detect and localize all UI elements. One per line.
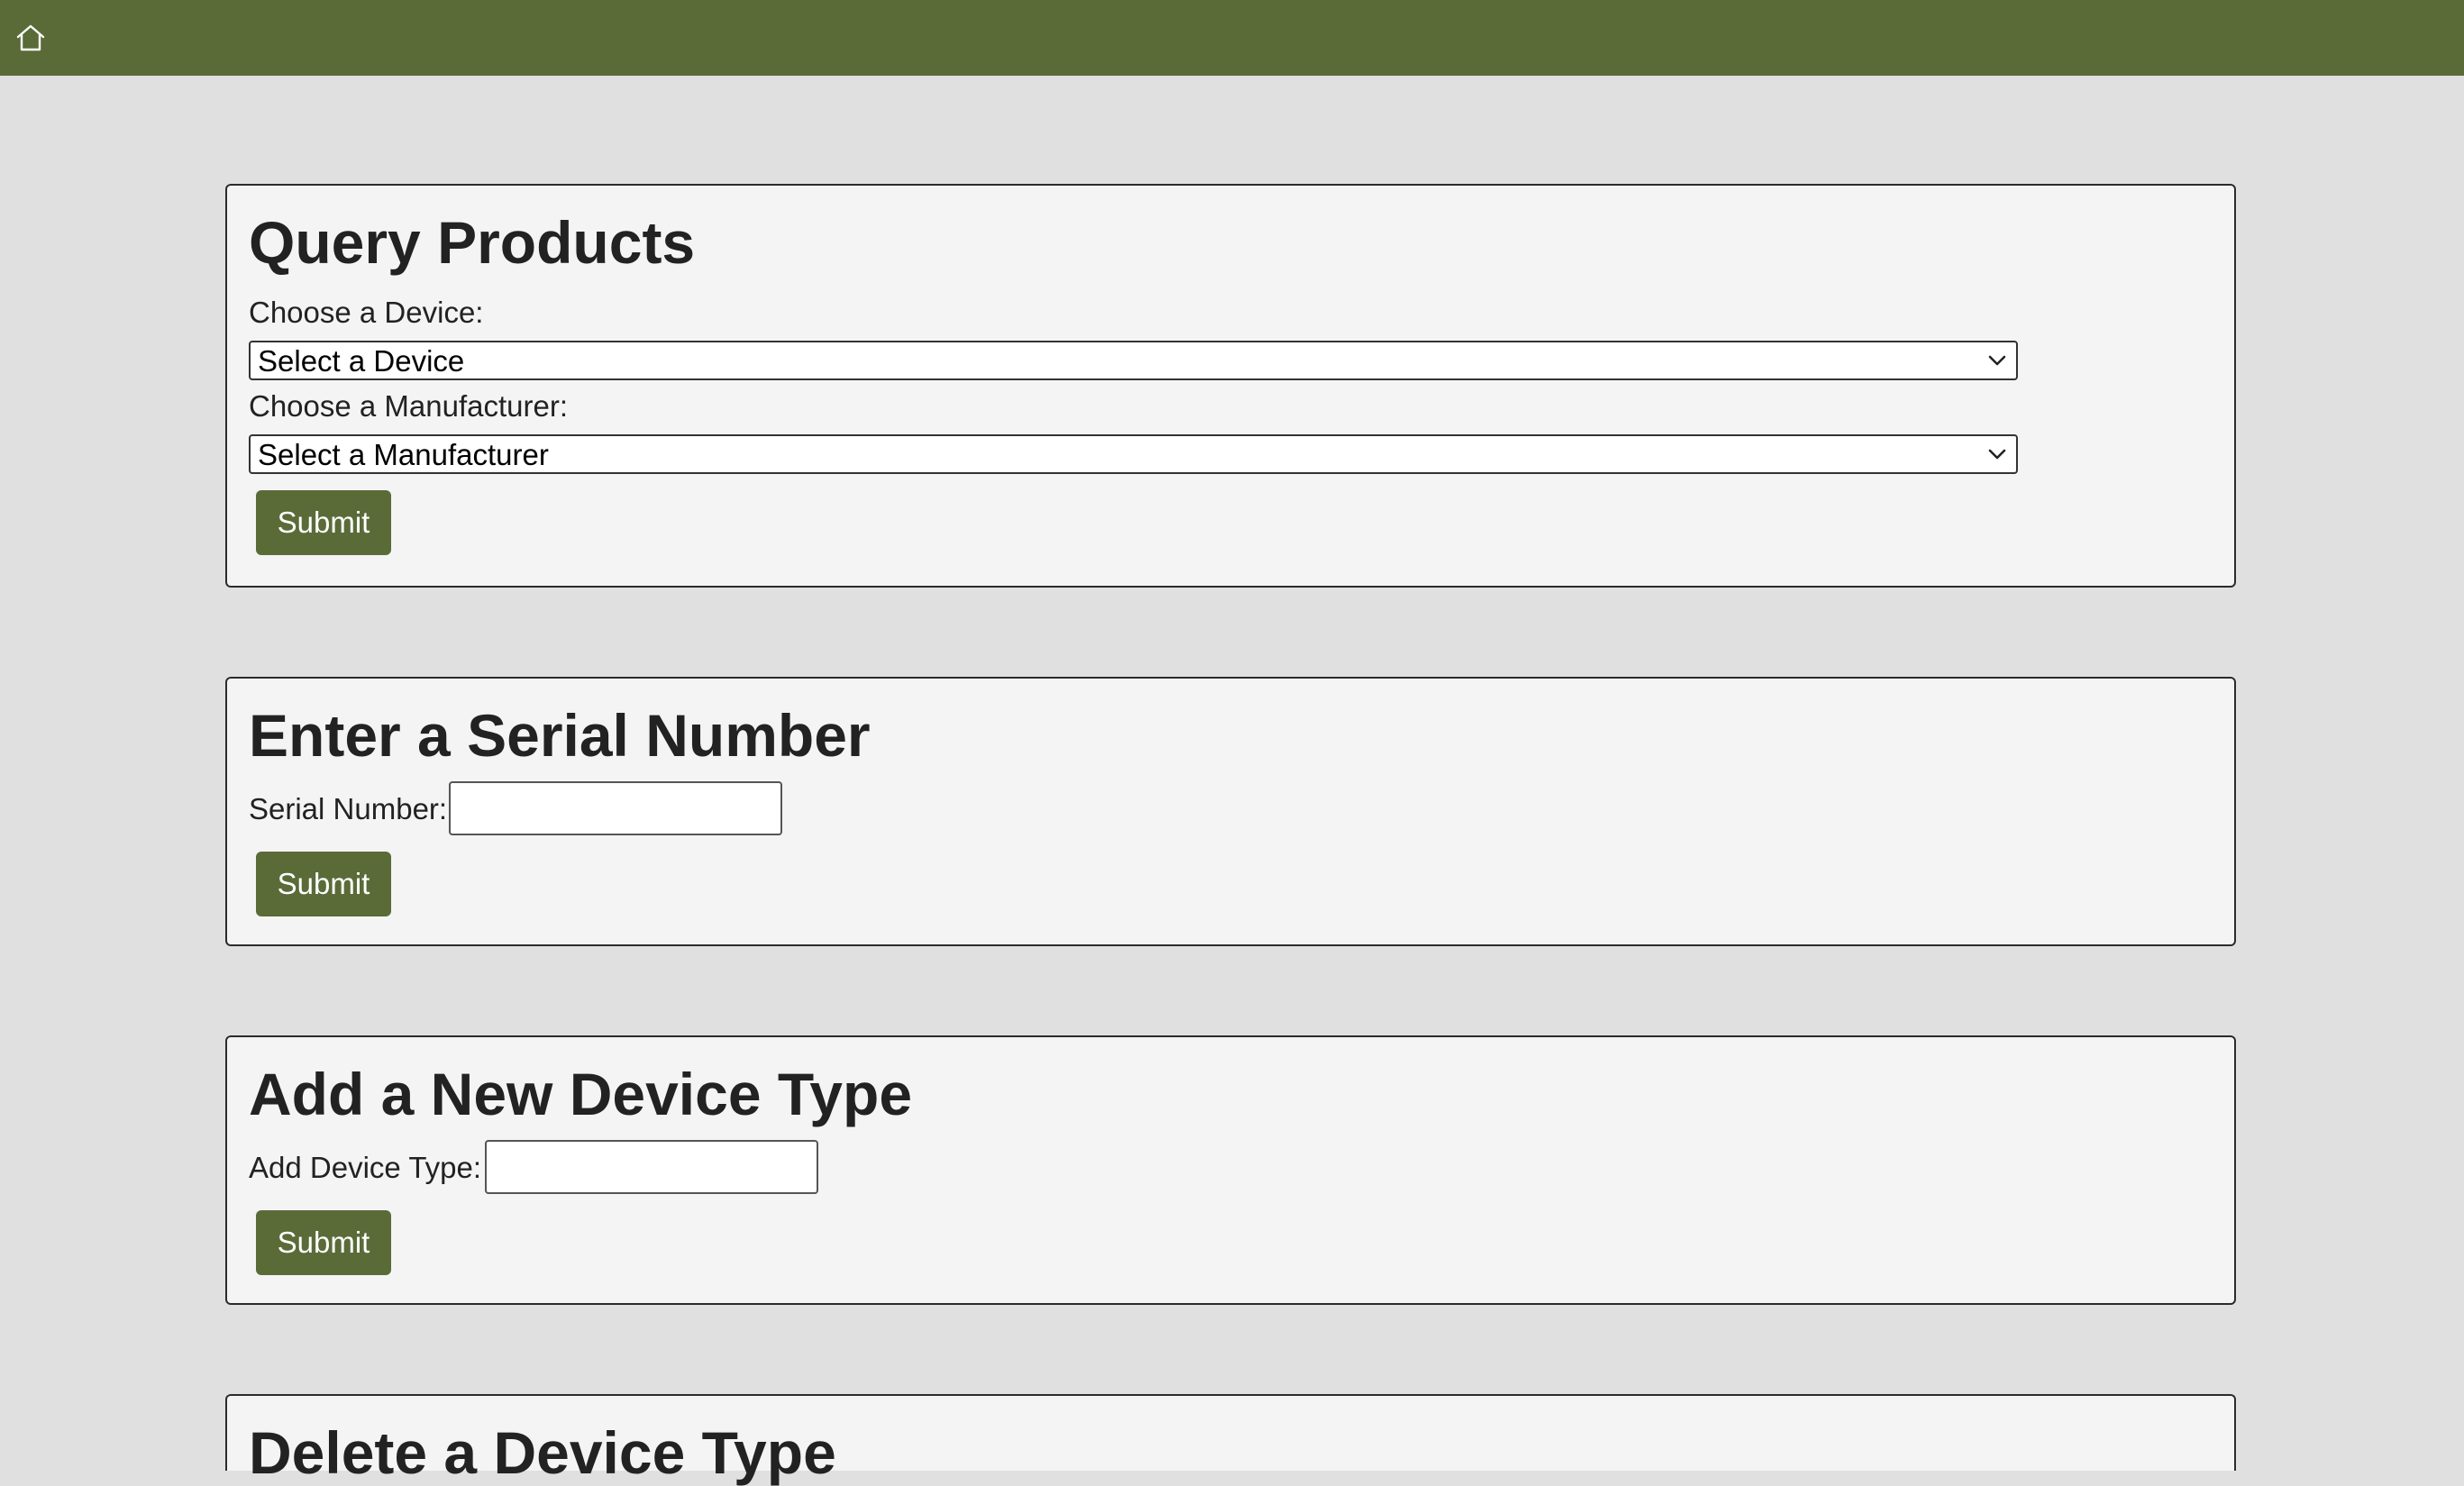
manufacturer-label: Choose a Manufacturer: <box>249 389 569 423</box>
chevron-down-icon <box>1987 447 2007 461</box>
add-device-type-submit-button[interactable]: Submit <box>256 1210 391 1275</box>
add-device-type-input[interactable] <box>485 1140 818 1194</box>
delete-device-type-card: Delete a Device Type <box>225 1394 2236 1482</box>
home-button[interactable] <box>13 20 49 56</box>
serial-number-label: Serial Number: <box>249 792 448 825</box>
device-select-value: Select a Device <box>258 344 465 378</box>
home-icon <box>16 24 45 51</box>
manufacturer-select[interactable]: Select a Manufacturer <box>249 434 2018 474</box>
device-select[interactable]: Select a Device <box>249 341 2018 380</box>
delete-device-type-title: Delete a Device Type <box>249 1419 836 1486</box>
manufacturer-select-value: Select a Manufacturer <box>258 438 549 471</box>
query-products-card: Query Products Choose a Device: Select a… <box>225 184 2236 588</box>
top-navbar <box>0 0 2464 76</box>
serial-number-card: Enter a Serial Number Serial Number: Sub… <box>225 677 2236 946</box>
serial-number-input[interactable] <box>449 781 782 835</box>
chevron-down-icon <box>1987 353 2007 368</box>
serial-number-title: Enter a Serial Number <box>249 702 871 769</box>
add-device-type-title: Add a New Device Type <box>249 1061 913 1127</box>
add-device-type-label: Add Device Type: <box>249 1151 482 1184</box>
device-label: Choose a Device: <box>249 296 484 329</box>
add-device-type-card: Add a New Device Type Add Device Type: S… <box>225 1035 2236 1305</box>
serial-number-submit-button[interactable]: Submit <box>256 852 391 916</box>
query-products-title: Query Products <box>249 209 696 276</box>
query-products-submit-button[interactable]: Submit <box>256 490 391 555</box>
